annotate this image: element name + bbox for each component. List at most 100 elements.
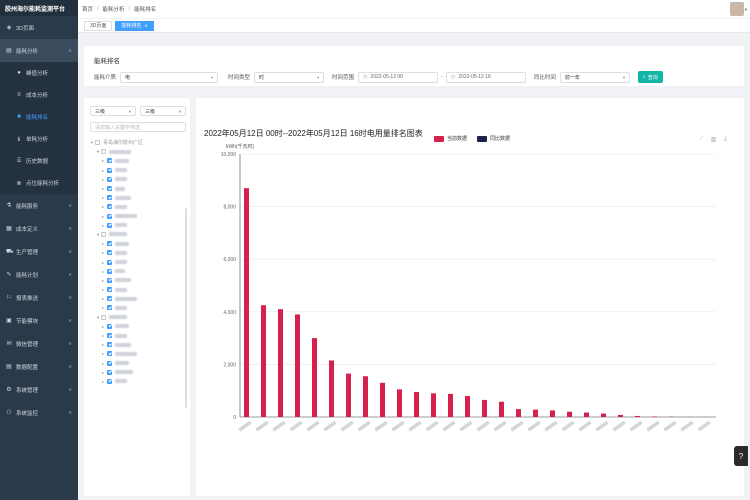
- bar-current[interactable]: [261, 305, 266, 417]
- tree-checkbox[interactable]: [107, 333, 112, 339]
- tree-checkbox[interactable]: [107, 360, 112, 366]
- sidebar-item-11[interactable]: ⚇ 系统监控 ∨: [0, 401, 78, 424]
- tree-node[interactable]: ▸: [90, 202, 182, 211]
- sidebar-item-9[interactable]: ▤ 数据配置 ∨: [0, 355, 78, 378]
- energy-medium-select[interactable]: 电 ▼: [120, 71, 219, 83]
- bar-current[interactable]: [499, 401, 504, 417]
- tree-checkbox[interactable]: [107, 213, 112, 219]
- tree-checkbox[interactable]: [107, 305, 112, 311]
- tree-checkbox[interactable]: [95, 140, 100, 146]
- help-button[interactable]: ?: [734, 446, 748, 466]
- bar-current[interactable]: [329, 360, 334, 417]
- bar-current[interactable]: [278, 309, 283, 417]
- tree-search-input[interactable]: 请您输入关键字筛选: [90, 122, 186, 132]
- bar-current[interactable]: [516, 409, 521, 417]
- sidebar-item-6[interactable]: ⚐ 报表推送 ∨: [0, 286, 78, 309]
- tree-node[interactable]: ▸: [90, 303, 182, 312]
- sidebar-item-1[interactable]: ▤ 能耗分析 ∧: [0, 39, 78, 62]
- tree-checkbox[interactable]: [107, 277, 112, 283]
- bar-current[interactable]: [244, 188, 249, 417]
- bar-current[interactable]: [465, 395, 470, 417]
- bar-current[interactable]: [414, 392, 419, 417]
- tree-node[interactable]: ▸: [90, 322, 182, 331]
- bar-current[interactable]: [550, 410, 555, 417]
- tree-node[interactable]: ▸: [90, 184, 182, 193]
- tree-checkbox[interactable]: [107, 222, 112, 228]
- tree-node[interactable]: ▸: [90, 377, 182, 386]
- bar-current[interactable]: [601, 413, 606, 417]
- bar-current[interactable]: [567, 411, 572, 417]
- tree-node[interactable]: ▸: [90, 340, 182, 349]
- tree-node[interactable]: ▼: [90, 313, 182, 322]
- bar-current[interactable]: [431, 393, 436, 417]
- tree-checkbox[interactable]: [101, 231, 106, 237]
- bar-current[interactable]: [312, 338, 317, 417]
- tree-node[interactable]: ▸: [90, 267, 182, 276]
- range-start-input[interactable]: ◷ 2022-05-12 00: [358, 71, 439, 83]
- level-select-right[interactable]: 三级 ▼: [140, 106, 186, 116]
- tree-checkbox[interactable]: [107, 342, 112, 348]
- tab-energy-ranking[interactable]: 能耗排名 ✕: [115, 20, 154, 31]
- bar-current[interactable]: [584, 412, 589, 417]
- tree-node[interactable]: ▸: [90, 331, 182, 340]
- tree-node[interactable]: ▸: [90, 212, 182, 221]
- tree-node[interactable]: ▼: [90, 230, 182, 239]
- bar-current[interactable]: [380, 382, 385, 417]
- tree-checkbox[interactable]: [107, 287, 112, 293]
- bar-current[interactable]: [533, 409, 538, 417]
- bar-current[interactable]: [635, 415, 640, 417]
- sidebar-item-5[interactable]: ✎ 能耗计划 ∨: [0, 263, 78, 286]
- range-end-input[interactable]: ◷ 2022-05-12 16: [445, 71, 526, 83]
- tree-node[interactable]: ▸: [90, 359, 182, 368]
- bar-current[interactable]: [346, 373, 351, 417]
- tree-checkbox[interactable]: [107, 351, 112, 357]
- tree-checkbox[interactable]: [107, 241, 112, 247]
- bar-current[interactable]: [363, 376, 368, 417]
- bar-current[interactable]: [482, 399, 487, 417]
- tree-checkbox[interactable]: [107, 158, 112, 164]
- tree-checkbox[interactable]: [107, 323, 112, 329]
- breadcrumb-home[interactable]: 首页: [82, 5, 93, 13]
- tree-node[interactable]: ▸: [90, 368, 182, 377]
- sidebar-subitem-0[interactable]: ● 峰值分析: [0, 62, 78, 84]
- sidebar-item-7[interactable]: ▣ 节能模块 ∨: [0, 309, 78, 332]
- sidebar-item-0[interactable]: ◈ 3D页面: [0, 16, 78, 39]
- tree-checkbox[interactable]: [101, 314, 106, 320]
- tree-checkbox[interactable]: [107, 378, 112, 384]
- sidebar-subitem-5[interactable]: ⊗ 点位能耗分析: [0, 172, 78, 194]
- tree-node[interactable]: ▸: [90, 156, 182, 165]
- tree-checkbox[interactable]: [107, 296, 112, 302]
- tree-node[interactable]: ▼: [90, 147, 182, 156]
- tree-scrollbar[interactable]: [185, 208, 187, 408]
- sidebar-subitem-1[interactable]: ≡ 成本分析: [0, 84, 78, 106]
- caret-down-icon[interactable]: ▼: [744, 7, 748, 12]
- tree-node[interactable]: ▸: [90, 166, 182, 175]
- tree-checkbox[interactable]: [107, 250, 112, 256]
- bar-current[interactable]: [295, 314, 300, 417]
- bar-current[interactable]: [448, 393, 453, 417]
- level-select-left[interactable]: 三级 ▼: [90, 106, 136, 116]
- tree-node[interactable]: ▸: [90, 248, 182, 257]
- sidebar-item-2[interactable]: ⚗ 能耗服务 ∨: [0, 194, 78, 217]
- tab-3d[interactable]: 3D页面: [84, 20, 113, 31]
- close-icon[interactable]: ✕: [144, 23, 147, 28]
- tree-checkbox[interactable]: [107, 259, 112, 265]
- avatar[interactable]: [730, 2, 744, 16]
- tree-node[interactable]: ▸: [90, 193, 182, 202]
- tree-node[interactable]: ▸: [90, 294, 182, 303]
- tree-node[interactable]: ▸: [90, 349, 182, 358]
- tree-checkbox[interactable]: [107, 268, 112, 274]
- bar-current[interactable]: [652, 416, 657, 417]
- sidebar-subitem-4[interactable]: ⌸ 历史数据: [0, 150, 78, 172]
- tree-checkbox[interactable]: [107, 369, 112, 375]
- bar-current[interactable]: [397, 389, 402, 417]
- compare-time-select[interactable]: 前一年 ▼: [559, 71, 630, 83]
- sidebar-subitem-2[interactable]: ■ 能耗排名: [0, 106, 78, 128]
- sidebar-subitem-3[interactable]: ℹ 单耗分析: [0, 128, 78, 150]
- query-button[interactable]: ⌕ 查询: [637, 71, 663, 83]
- tree-root[interactable]: ▼ 青岛海尔胶州厂区: [90, 138, 182, 147]
- tree-node[interactable]: ▸: [90, 175, 182, 184]
- tree-checkbox[interactable]: [107, 204, 112, 210]
- tree-checkbox[interactable]: [107, 186, 112, 192]
- time-type-select[interactable]: 时 ▼: [254, 71, 325, 83]
